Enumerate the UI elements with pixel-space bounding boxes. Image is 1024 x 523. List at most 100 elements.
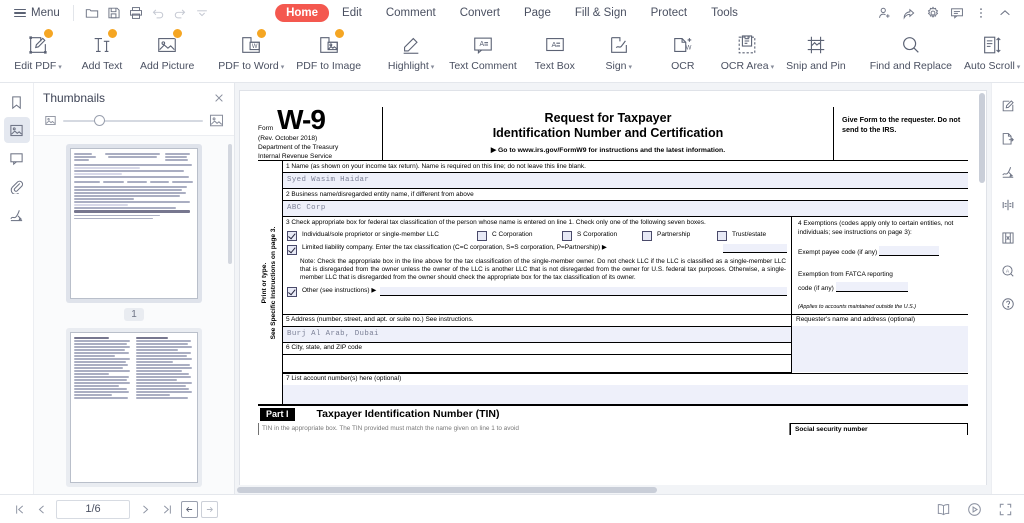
redo-icon[interactable]	[169, 3, 191, 23]
page-vertical-scrollbar[interactable]	[979, 93, 985, 183]
pdf-to-word-button[interactable]: W PDF to Word▾	[212, 28, 290, 74]
large-image-icon[interactable]	[209, 113, 224, 128]
checkbox-individual[interactable]: Individual/sole proprietor or single-mem…	[287, 231, 477, 242]
line6-input[interactable]	[283, 355, 791, 373]
edit-pdf-button[interactable]: Edit PDF▾	[6, 28, 70, 74]
add-user-icon[interactable]	[874, 3, 896, 23]
tab-comment[interactable]: Comment	[375, 4, 447, 22]
organize-pages-icon[interactable]	[995, 225, 1021, 251]
thumbnails-scrollbar[interactable]	[228, 144, 232, 264]
llc-classification-input[interactable]	[723, 244, 787, 253]
add-text-button[interactable]: Add Text	[70, 28, 134, 72]
share-icon[interactable]	[898, 3, 920, 23]
add-picture-button[interactable]: Add Picture	[134, 28, 200, 72]
checkbox-trust-estate[interactable]: Trust/estate	[717, 231, 787, 242]
document-horizontal-scrollbar[interactable]	[235, 485, 991, 494]
small-image-icon[interactable]	[44, 114, 57, 127]
checkbox-icon[interactable]	[287, 245, 297, 255]
tab-page[interactable]: Page	[513, 4, 562, 22]
ocr-area-button[interactable]: OCR Area▾	[715, 28, 780, 74]
signature-icon[interactable]	[4, 201, 30, 227]
next-page-icon[interactable]	[134, 499, 156, 519]
book-view-icon[interactable]	[932, 499, 954, 519]
export-pdf-icon[interactable]	[995, 126, 1021, 152]
line1-input[interactable]: Syed Wasim Haidar	[283, 173, 968, 189]
previous-page-icon[interactable]	[30, 499, 52, 519]
thumbnail-page-2[interactable]	[66, 328, 202, 487]
help-icon[interactable]	[995, 291, 1021, 317]
text-comment-button[interactable]: A Text Comment	[443, 28, 523, 72]
form-goto-link[interactable]: ▶ Go to www.irs.gov/FormW9 for instructi…	[387, 147, 829, 155]
comment-icon[interactable]	[4, 145, 30, 171]
tab-protect[interactable]: Protect	[640, 4, 698, 22]
fit-right-icon[interactable]	[201, 501, 218, 518]
line5-input[interactable]: Burj Al Arab, Dubai	[283, 327, 791, 343]
scrollbar-thumb[interactable]	[237, 487, 657, 493]
tab-convert[interactable]: Convert	[449, 4, 511, 22]
attachment-icon[interactable]	[4, 173, 30, 199]
thumbnail-zoom-slider[interactable]	[63, 116, 203, 126]
thumbnail-page-1[interactable]	[66, 144, 202, 303]
line2-input[interactable]: ABC Corp	[283, 201, 968, 217]
feedback-icon[interactable]	[946, 3, 968, 23]
checkbox-icon[interactable]	[287, 231, 297, 241]
checkbox-icon[interactable]	[717, 231, 727, 241]
checkbox-llc[interactable]: Limited liability company. Enter the tax…	[283, 243, 791, 257]
main-menu-button[interactable]: Menu	[8, 5, 66, 21]
checkbox-icon[interactable]	[562, 231, 572, 241]
pdf-to-image-button[interactable]: PDF to Image	[290, 28, 367, 72]
highlight-button[interactable]: Highlight▾	[379, 28, 443, 74]
text-box-button[interactable]: A Text Box	[523, 28, 587, 72]
menu-bar: Menu Home Edit	[0, 0, 1024, 26]
side-text-line2: See Specific Instructions on page 3.	[270, 226, 277, 339]
last-page-icon[interactable]	[156, 499, 178, 519]
checkbox-label: Partnership	[657, 231, 690, 242]
folder-open-icon[interactable]	[81, 3, 103, 23]
undo-icon[interactable]	[147, 3, 169, 23]
close-icon[interactable]	[213, 92, 225, 104]
thumbnails-list[interactable]: 1	[34, 136, 234, 494]
printer-icon[interactable]	[125, 3, 147, 23]
more-options-icon[interactable]	[970, 3, 992, 23]
checkbox-icon[interactable]	[287, 287, 297, 297]
sign-button[interactable]: Sign▾	[587, 28, 651, 74]
auto-scroll-button[interactable]: Auto Scroll▾	[958, 28, 1024, 74]
checkbox-partnership[interactable]: Partnership	[642, 231, 717, 242]
page-indicator-input[interactable]: 1/6	[56, 500, 130, 519]
fullscreen-icon[interactable]	[994, 499, 1016, 519]
snip-and-pin-button[interactable]: Snip and Pin	[780, 28, 852, 72]
compress-pdf-icon[interactable]	[995, 192, 1021, 218]
checkbox-other[interactable]: Other (see instructions) ▶	[283, 286, 791, 301]
exempt-payee-input[interactable]	[879, 246, 939, 256]
line7-input[interactable]	[283, 385, 968, 404]
save-icon[interactable]	[103, 3, 125, 23]
find-and-replace-button[interactable]: Find and Replace	[864, 28, 958, 72]
bookmark-icon[interactable]	[4, 89, 30, 115]
edit-tool-icon[interactable]	[995, 93, 1021, 119]
quick-access-more-icon[interactable]	[191, 3, 213, 23]
text-comment-icon: A	[472, 30, 494, 56]
tab-tools[interactable]: Tools	[700, 4, 749, 22]
fatca-input[interactable]	[836, 282, 908, 292]
requester-input[interactable]	[792, 326, 968, 372]
first-page-icon[interactable]	[8, 499, 30, 519]
checkbox-c-corporation[interactable]: C Corporation	[477, 231, 562, 242]
tab-edit[interactable]: Edit	[331, 4, 373, 22]
checkbox-icon[interactable]	[642, 231, 652, 241]
document-viewport[interactable]: Form W-9 (Rev. October 2018) Department …	[235, 83, 991, 494]
fill-and-sign-icon[interactable]	[995, 159, 1021, 185]
ocr-search-icon[interactable]: A	[995, 258, 1021, 284]
settings-gear-icon[interactable]	[922, 3, 944, 23]
pdf-page[interactable]: Form W-9 (Rev. October 2018) Department …	[240, 91, 986, 494]
ocr-button[interactable]: W OCR	[651, 28, 715, 72]
checkbox-icon[interactable]	[477, 231, 487, 241]
slider-knob[interactable]	[94, 115, 105, 126]
checkbox-s-corporation[interactable]: S Corporation	[562, 231, 642, 242]
tab-fill-and-sign[interactable]: Fill & Sign	[564, 4, 638, 22]
other-input[interactable]	[380, 287, 787, 296]
fit-left-icon[interactable]	[181, 501, 198, 518]
thumbnails-icon[interactable]	[4, 117, 30, 143]
presentation-mode-icon[interactable]	[963, 499, 985, 519]
collapse-ribbon-icon[interactable]	[994, 3, 1016, 23]
tab-home[interactable]: Home	[275, 4, 329, 22]
